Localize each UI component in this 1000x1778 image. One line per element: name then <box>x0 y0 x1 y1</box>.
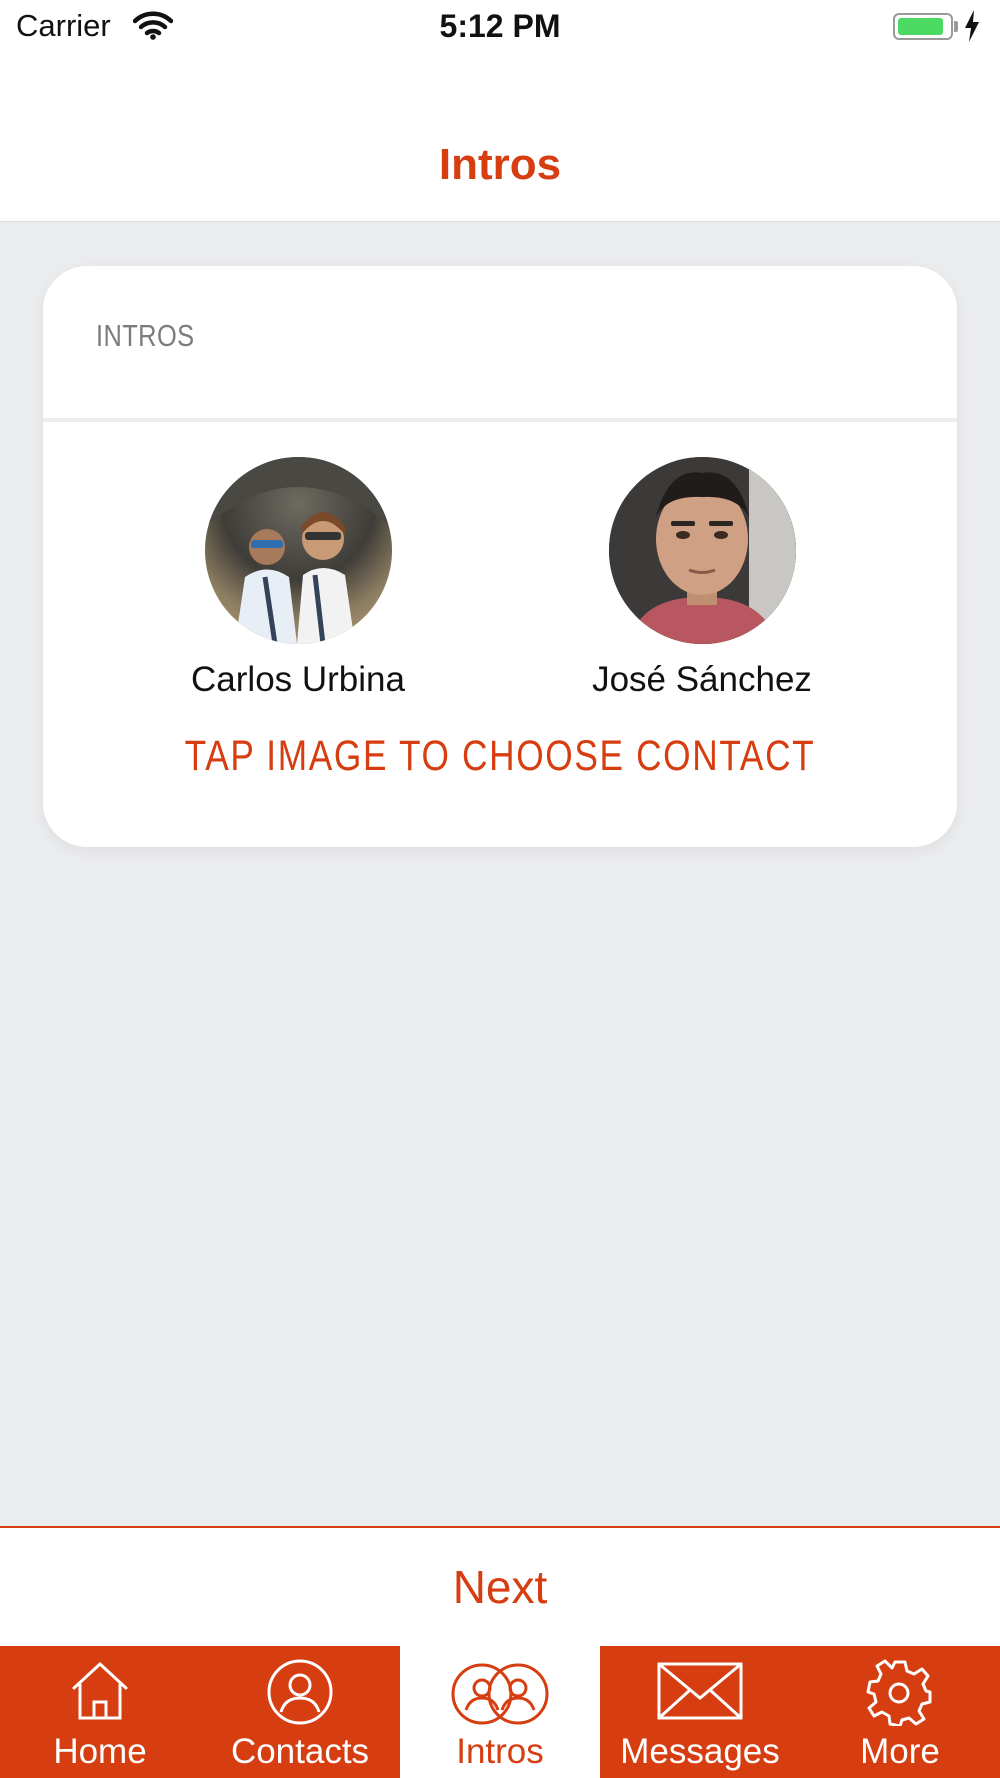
contact-name: José Sánchez <box>592 660 812 699</box>
navigation-bar: Intros <box>0 56 1000 222</box>
status-clock: 5:12 PM <box>439 8 561 44</box>
tab-label: Intros <box>456 1732 544 1771</box>
next-button[interactable]: Next <box>0 1526 1000 1648</box>
choose-contact-hint: TAP IMAGE TO CHOOSE CONTACT <box>184 732 816 780</box>
tab-label: More <box>860 1732 940 1771</box>
tab-label: Messages <box>620 1732 780 1771</box>
contact-right[interactable]: José Sánchez <box>552 457 852 700</box>
contact-left[interactable]: Carlos Urbina <box>148 457 448 700</box>
battery-icon <box>893 13 953 40</box>
battery-level <box>898 18 943 35</box>
status-bar: Carrier 5:12 PM <box>0 0 1000 56</box>
page-title: Intros <box>438 140 562 189</box>
tab-more[interactable]: More <box>800 1646 1000 1778</box>
tab-contacts[interactable]: Contacts <box>200 1646 400 1778</box>
card-divider <box>43 418 957 422</box>
tab-label: Home <box>53 1732 147 1771</box>
tab-label: Contacts <box>230 1732 370 1771</box>
next-button-label: Next <box>452 1561 548 1613</box>
contact-avatar[interactable] <box>204 457 392 644</box>
card-heading: INTROS <box>96 318 195 353</box>
battery-tip <box>954 21 958 32</box>
tab-home[interactable]: Home <box>0 1646 200 1778</box>
tab-intros[interactable]: Intros <box>400 1646 600 1778</box>
contact-avatar[interactable] <box>608 457 796 644</box>
contact-name: Carlos Urbina <box>191 660 405 699</box>
tab-messages[interactable]: Messages <box>600 1646 800 1778</box>
tab-bar: Home Contacts Intros Messages More <box>0 1646 1000 1778</box>
intros-card: INTROS Carlos Urbina José Sánchez TAP IM… <box>43 266 957 847</box>
charging-bolt-icon <box>963 10 981 47</box>
